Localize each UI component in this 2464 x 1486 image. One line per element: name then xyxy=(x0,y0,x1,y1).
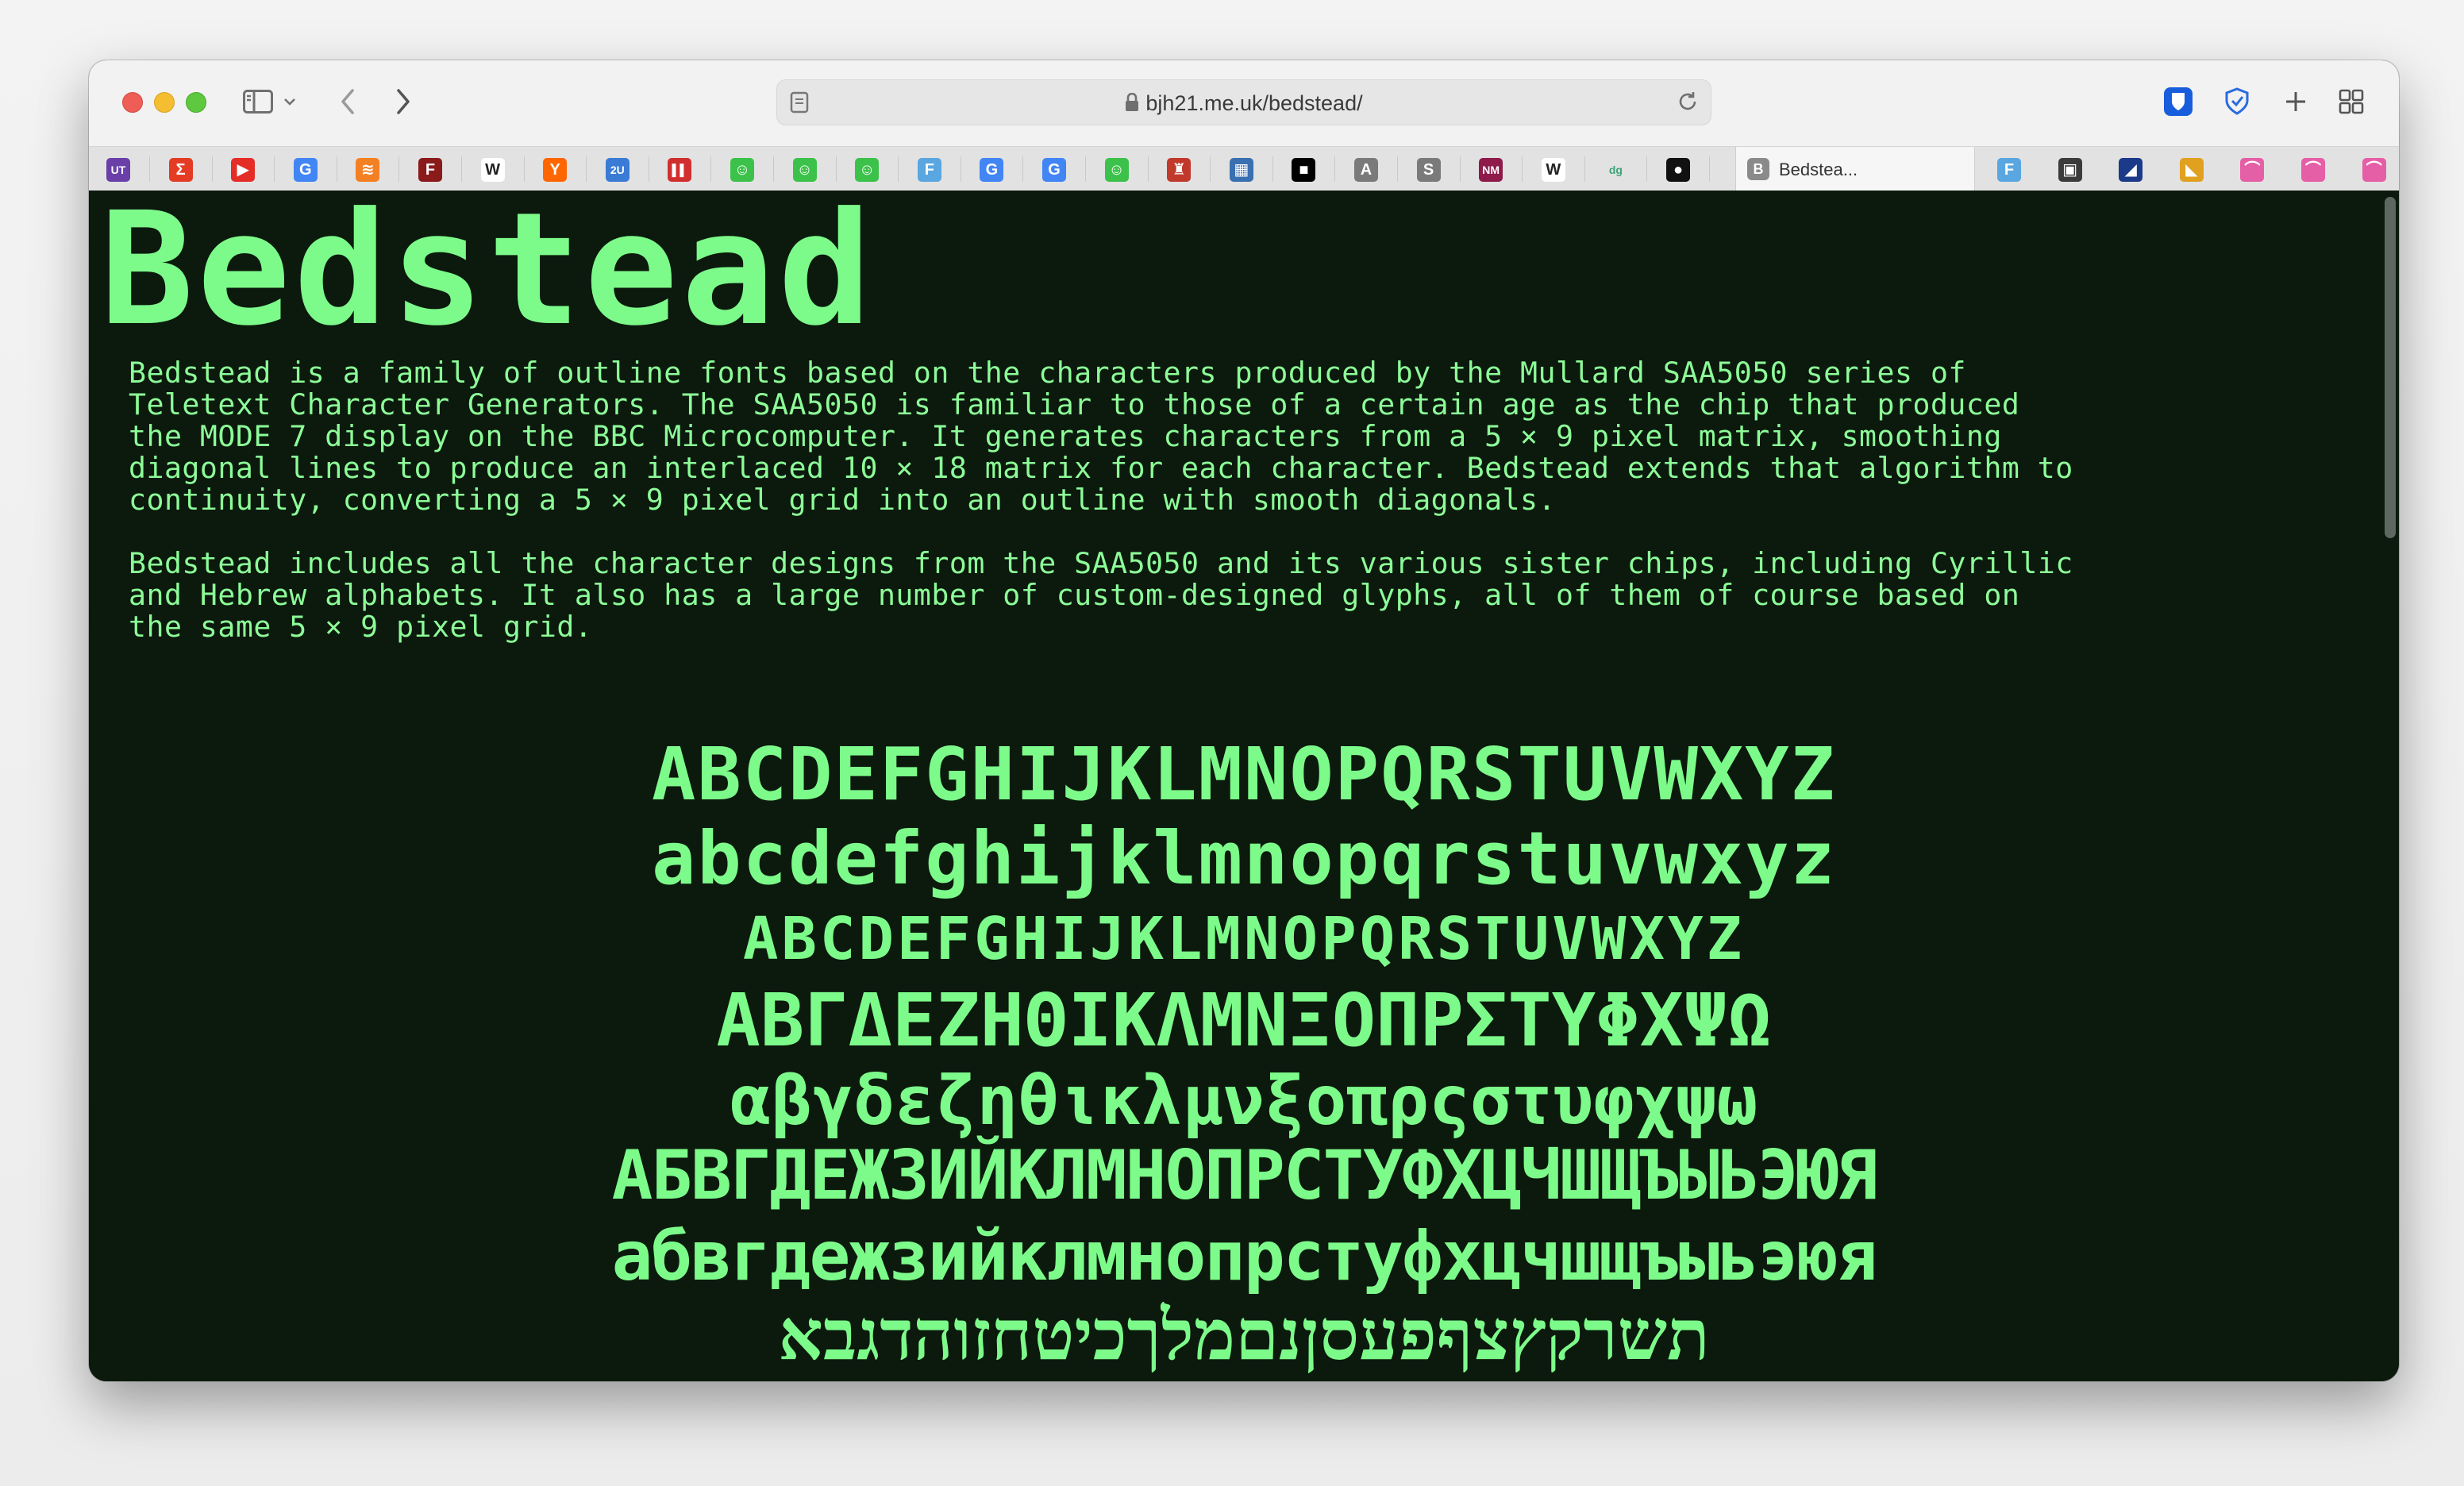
page-title: Bedstead xyxy=(100,191,876,360)
favorite-separator xyxy=(1210,156,1211,182)
favorite-separator xyxy=(898,156,899,182)
url-text[interactable]: bjh21.me.uk/bedstead/ xyxy=(1145,91,1362,115)
favorite-chart-site-icon[interactable]: ◢ xyxy=(2119,158,2143,182)
favorite-hackernews-icon[interactable]: Y xyxy=(543,158,568,182)
favorite-bedstead-2-icon[interactable]: ☺ xyxy=(792,158,817,182)
favorite-separator xyxy=(149,156,150,182)
favorite-separator xyxy=(773,156,774,182)
glyph-row-greek-lower: αβγδεζηθικλμνξοπρςστυφχψω xyxy=(730,1061,1758,1141)
favorite-wikipedia-2-icon[interactable]: W xyxy=(1541,158,1565,182)
favorite-separator xyxy=(461,156,462,182)
favorite-2u-icon[interactable]: 2U xyxy=(605,158,629,182)
favorite-separator xyxy=(710,156,712,182)
favorite-sigma-icon[interactable]: Σ xyxy=(168,158,193,182)
page-content[interactable]: Bedstead Bedstead is a family of outline… xyxy=(89,191,2399,1381)
favorite-bedstead-3-icon[interactable]: ☺ xyxy=(855,158,880,182)
favorite-separator xyxy=(1334,156,1336,182)
favorite-a-site-icon[interactable]: A xyxy=(1354,158,1378,182)
favorite-dg-site-icon[interactable]: dg xyxy=(1604,158,1628,182)
favorite-separator xyxy=(211,156,213,182)
favorite-bars-site-icon[interactable]: ▌▌ xyxy=(668,158,692,182)
minimize-window-button[interactable] xyxy=(154,92,175,113)
favorite-separator xyxy=(1459,156,1461,182)
favorite-bedstead-4-icon[interactable]: ☺ xyxy=(1104,158,1129,182)
address-bar[interactable]: bjh21.me.uk/bedstead/ xyxy=(776,79,1711,125)
favorite-separator xyxy=(1709,156,1710,182)
zoom-window-button[interactable] xyxy=(186,92,206,113)
glyph-row-cyrillic-lower: абвгдежзийклмнопрстуфхцчшщъыьэюя xyxy=(611,1217,1878,1296)
favorite-separator xyxy=(1584,156,1585,182)
intro-paragraph-1: Bedstead is a family of outline fonts ba… xyxy=(129,356,2073,517)
glyph-row-greek-upper: ΑΒΓΔΕΖΗΘΙΚΛΜΝΞΟΠΡΣΤΥΦΧΨΩ xyxy=(716,978,1772,1063)
new-tab-button[interactable] xyxy=(2277,83,2315,121)
favorite-separator xyxy=(1397,156,1398,182)
favorite-wikipedia-icon[interactable]: W xyxy=(480,158,505,182)
favorite-google-3-icon[interactable]: G xyxy=(1042,158,1066,182)
favorite-gold-site-icon[interactable]: ◣ xyxy=(2179,158,2204,182)
close-window-button[interactable] xyxy=(122,92,143,113)
favorite-utorrent-icon[interactable]: UT xyxy=(106,158,130,182)
chevron-down-icon[interactable] xyxy=(279,78,300,125)
favorite-blue-grid-icon[interactable]: ▦ xyxy=(1229,158,1253,182)
favorite-separator xyxy=(1022,156,1024,182)
favorite-separator xyxy=(835,156,837,182)
favorite-pink-1-icon[interactable]: ⌒ xyxy=(2240,158,2265,182)
intro-paragraph-2: Bedstead includes all the character desi… xyxy=(129,546,2073,644)
favorite-pink-3-icon[interactable]: ⌒ xyxy=(2362,158,2386,182)
favorite-retro-avatar-icon[interactable]: ▣ xyxy=(2058,158,2082,182)
favorite-s-site-icon[interactable]: S xyxy=(1416,158,1441,182)
sidebar-toggle-icon[interactable] xyxy=(240,78,276,125)
browser-window: bjh21.me.uk/bedstead/ UT Σ ▶ G ≋ F W Y 2U ▌▌ ☺ ☺ ☺ F G… xyxy=(89,60,2399,1381)
glyph-row-latin-upper: ABCDEFGHIJKLMNOPQRSTUVWXYZ xyxy=(651,732,1837,817)
favorite-bedstead-1-icon[interactable]: ☺ xyxy=(730,158,754,182)
glyph-row-latin-wide: ABCDEFGHIJKLMNOPQRSTUVWXYZ xyxy=(742,905,1746,973)
favorite-nm-site-icon[interactable]: NM xyxy=(1479,158,1503,182)
favorite-youtube-icon[interactable]: ▶ xyxy=(231,158,256,182)
favorite-separator xyxy=(586,156,587,182)
reload-icon[interactable] xyxy=(1676,90,1700,117)
favorite-separator xyxy=(1646,156,1648,182)
favorite-separator xyxy=(1147,156,1149,182)
favorite-crest-icon[interactable]: ♜ xyxy=(1167,158,1192,182)
scrollbar[interactable] xyxy=(2385,197,2396,538)
bitwarden-icon[interactable] xyxy=(2159,83,2197,121)
forward-button[interactable] xyxy=(387,78,419,125)
favorite-google-icon[interactable]: G xyxy=(293,158,318,182)
glyph-row-latin-lower: abcdefghijklmnopqrstuvwxyz xyxy=(651,816,1837,901)
glyph-row-cyrillic-upper: АБВГДЕЖЗИЙКЛМНОПРСТУФХЦЧШЩЪЫЬЭЮЯ xyxy=(611,1136,1878,1215)
lock-icon xyxy=(1125,92,1139,117)
tab-title[interactable]: Bedstea... xyxy=(1779,160,1858,180)
glyph-row-hebrew: תשרקץצףפעסןנםמלךכיטחזוהדגבא xyxy=(778,1294,1710,1376)
back-button[interactable] xyxy=(332,78,364,125)
favorite-separator xyxy=(1522,156,1523,182)
favorite-f-blue-icon[interactable]: F xyxy=(917,158,941,182)
active-tab[interactable]: B Bedstea... xyxy=(1735,147,1975,191)
favorite-github-icon[interactable]: ● xyxy=(1666,158,1690,182)
favorite-black-square-icon[interactable]: ■ xyxy=(1292,158,1316,182)
favorite-f-blue-2-icon[interactable]: F xyxy=(1997,158,2021,182)
favorites-bar: UTΣ▶G≋FWY2U▌▌☺☺☺FGG☺♜▦■ASNMWdg●F▣◢◣⌒⌒⌒Mh… xyxy=(89,146,2399,192)
favorite-separator xyxy=(274,156,275,182)
favorite-google-2-icon[interactable]: G xyxy=(980,158,1004,182)
favorite-separator xyxy=(1085,156,1086,182)
favorite-separator xyxy=(1272,156,1273,182)
shield-check-icon[interactable] xyxy=(2218,83,2256,121)
favorite-separator xyxy=(398,156,400,182)
favorite-pink-2-icon[interactable]: ⌒ xyxy=(2301,158,2325,182)
favorite-stackoverflow-icon[interactable]: ≋ xyxy=(356,158,380,182)
browser-toolbar: bjh21.me.uk/bedstead/ xyxy=(89,60,2399,146)
favorite-separator xyxy=(523,156,525,182)
tab-favicon: B xyxy=(1747,158,1769,180)
favorite-f-site-icon[interactable]: F xyxy=(418,158,442,182)
tab-overview-icon[interactable] xyxy=(2332,83,2370,121)
